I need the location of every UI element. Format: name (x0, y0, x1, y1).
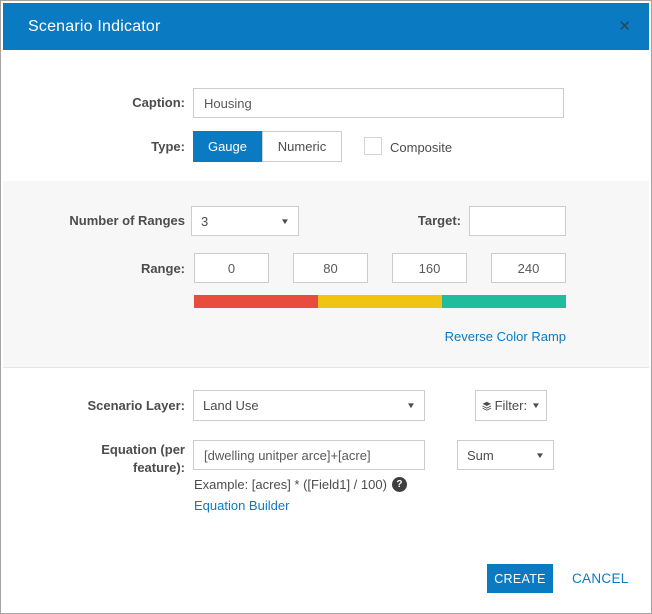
caret-down-icon: ▼ (406, 401, 416, 410)
dialog-title: Scenario Indicator (28, 18, 618, 36)
composite-checkbox[interactable] (364, 137, 382, 155)
number-of-ranges-label: Number of Ranges (3, 213, 185, 228)
dialog-header: Scenario Indicator ✕ (3, 3, 649, 50)
ramp-segment-teal (442, 295, 566, 308)
help-icon[interactable]: ? (392, 477, 407, 492)
scenario-layer-label: Scenario Layer: (1, 398, 185, 413)
scenario-layer-dropdown[interactable]: Land Use ▼ (193, 390, 425, 421)
layers-icon (482, 399, 492, 413)
create-button[interactable]: CREATE (487, 564, 553, 593)
number-of-ranges-dropdown[interactable]: 3 ▼ (191, 206, 299, 236)
number-of-ranges-value: 3 (201, 214, 208, 229)
range-input-2[interactable] (293, 253, 368, 283)
caption-label: Caption: (1, 95, 185, 110)
composite-label: Composite (390, 140, 452, 155)
caret-down-icon: ▼ (531, 401, 541, 410)
range-input-3[interactable] (392, 253, 467, 283)
target-input[interactable] (469, 206, 566, 236)
aggregation-dropdown[interactable]: Sum ▼ (457, 440, 554, 470)
ranges-panel: Number of Ranges 3 ▼ Target: Range: Reve… (3, 181, 649, 368)
ramp-segment-red (194, 295, 318, 308)
aggregation-value: Sum (467, 448, 494, 463)
type-label: Type: (1, 139, 185, 154)
filter-label: Filter: (495, 398, 528, 413)
target-label: Target: (293, 213, 461, 228)
equation-builder-link[interactable]: Equation Builder (194, 498, 289, 513)
range-label: Range: (3, 261, 185, 276)
equation-example-text: Example: [acres] * ([Field1] / 100) (194, 477, 387, 492)
equation-label-line1: Equation (per (1, 442, 185, 457)
ramp-segment-yellow (318, 295, 442, 308)
caret-down-icon: ▼ (535, 451, 545, 460)
caret-down-icon: ▼ (280, 217, 290, 226)
caption-input[interactable] (193, 88, 564, 118)
type-toggle: Gauge Numeric (193, 131, 342, 162)
scenario-layer-value: Land Use (203, 398, 259, 413)
range-input-4[interactable] (491, 253, 566, 283)
color-ramp (194, 295, 566, 308)
filter-button[interactable]: Filter: ▼ (475, 390, 547, 421)
type-option-numeric[interactable]: Numeric (262, 131, 342, 162)
cancel-button[interactable]: CANCEL (572, 571, 629, 586)
reverse-color-ramp-link[interactable]: Reverse Color Ramp (194, 329, 566, 344)
range-input-1[interactable] (194, 253, 269, 283)
equation-input[interactable] (193, 440, 425, 470)
scenario-indicator-dialog: Scenario Indicator ✕ Caption: Type: Gaug… (0, 0, 652, 614)
equation-example-row: Example: [acres] * ([Field1] / 100) ? (194, 477, 407, 492)
equation-label-line2: feature): (1, 460, 185, 475)
type-option-gauge[interactable]: Gauge (193, 131, 262, 162)
close-icon[interactable]: ✕ (618, 19, 631, 34)
